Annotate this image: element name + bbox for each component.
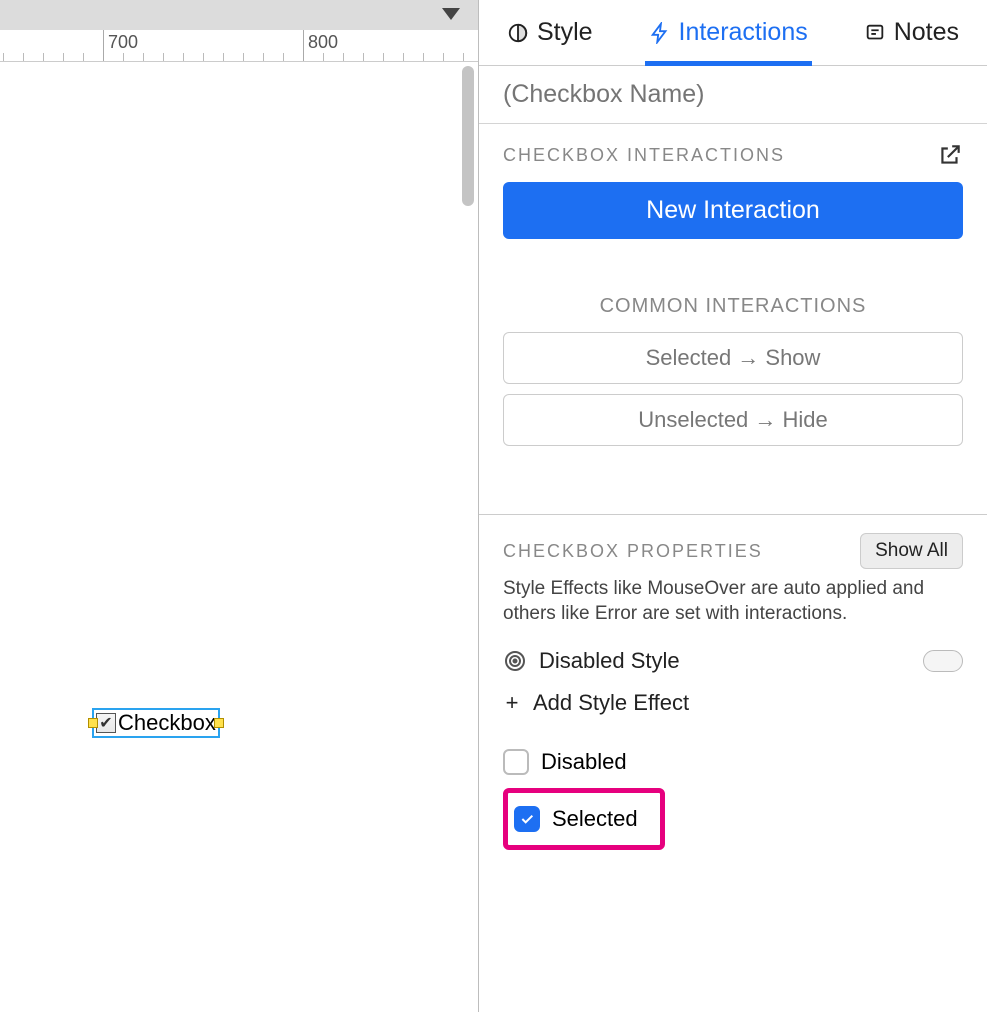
tab-label: Style: [537, 18, 593, 47]
style-icon: [507, 22, 529, 44]
tab-label: Interactions: [679, 18, 808, 47]
common-interaction-unselected-hide[interactable]: Unselected → Hide: [503, 394, 963, 446]
inspector-tabs: Style Interactions Notes: [479, 0, 987, 66]
add-style-effect-row[interactable]: + Add Style Effect: [503, 682, 963, 724]
check-icon: [519, 811, 535, 827]
disabled-style-label: Disabled Style: [539, 648, 680, 674]
selected-checkbox[interactable]: [514, 806, 540, 832]
checkbox-icon: ✔: [96, 713, 116, 733]
widget-label: Checkbox: [118, 710, 216, 736]
properties-hint: Style Effects like MouseOver are auto ap…: [503, 577, 963, 626]
selected-label: Selected: [552, 806, 638, 832]
resize-handle-right[interactable]: [214, 718, 224, 728]
disabled-style-toggle[interactable]: [923, 650, 963, 672]
canvas-toolbar: [0, 0, 478, 30]
add-style-effect-label: Add Style Effect: [533, 690, 689, 716]
tab-label: Notes: [894, 18, 959, 47]
widget-name-input[interactable]: [503, 80, 963, 109]
vertical-scrollbar-thumb[interactable]: [462, 66, 474, 206]
lightning-icon: [649, 22, 671, 44]
selected-checkbox-row[interactable]: Selected: [514, 799, 638, 839]
canvas-area[interactable]: 700 800 ✔ Checkbox: [0, 0, 478, 1012]
properties-title: CHECKBOX PROPERTIES: [503, 541, 763, 562]
disabled-checkbox[interactable]: [503, 749, 529, 775]
inspector-panel: Style Interactions Notes CHECKBOX INTERA…: [478, 0, 987, 1012]
disabled-label: Disabled: [541, 749, 627, 775]
toolbar-dropdown-icon[interactable]: [442, 8, 460, 20]
horizontal-ruler: 700 800: [0, 30, 478, 62]
show-all-button[interactable]: Show All: [860, 533, 963, 569]
canvas-checkbox-widget[interactable]: ✔ Checkbox: [92, 708, 220, 738]
notes-icon: [864, 22, 886, 44]
interactions-section: CHECKBOX INTERACTIONS New Interaction CO…: [479, 124, 987, 514]
tab-interactions[interactable]: Interactions: [649, 0, 808, 65]
disabled-checkbox-row[interactable]: Disabled: [503, 742, 963, 782]
disabled-style-row[interactable]: Disabled Style: [503, 640, 963, 682]
tab-style[interactable]: Style: [507, 0, 593, 65]
common-interaction-selected-show[interactable]: Selected → Show: [503, 332, 963, 384]
target-icon: [503, 649, 527, 673]
resize-handle-left[interactable]: [88, 718, 98, 728]
plus-icon: +: [503, 690, 521, 716]
popout-icon[interactable]: [937, 142, 963, 168]
section-title: CHECKBOX INTERACTIONS: [503, 145, 785, 166]
tab-notes[interactable]: Notes: [864, 0, 959, 65]
ruler-mark: 700: [108, 32, 138, 53]
new-interaction-button[interactable]: New Interaction: [503, 182, 963, 239]
selected-highlight: Selected: [503, 788, 665, 850]
common-interactions-title: COMMON INTERACTIONS: [503, 295, 963, 318]
properties-section: CHECKBOX PROPERTIES Show All Style Effec…: [479, 515, 987, 868]
widget-name-section: [479, 66, 987, 124]
ruler-mark: 800: [308, 32, 338, 53]
